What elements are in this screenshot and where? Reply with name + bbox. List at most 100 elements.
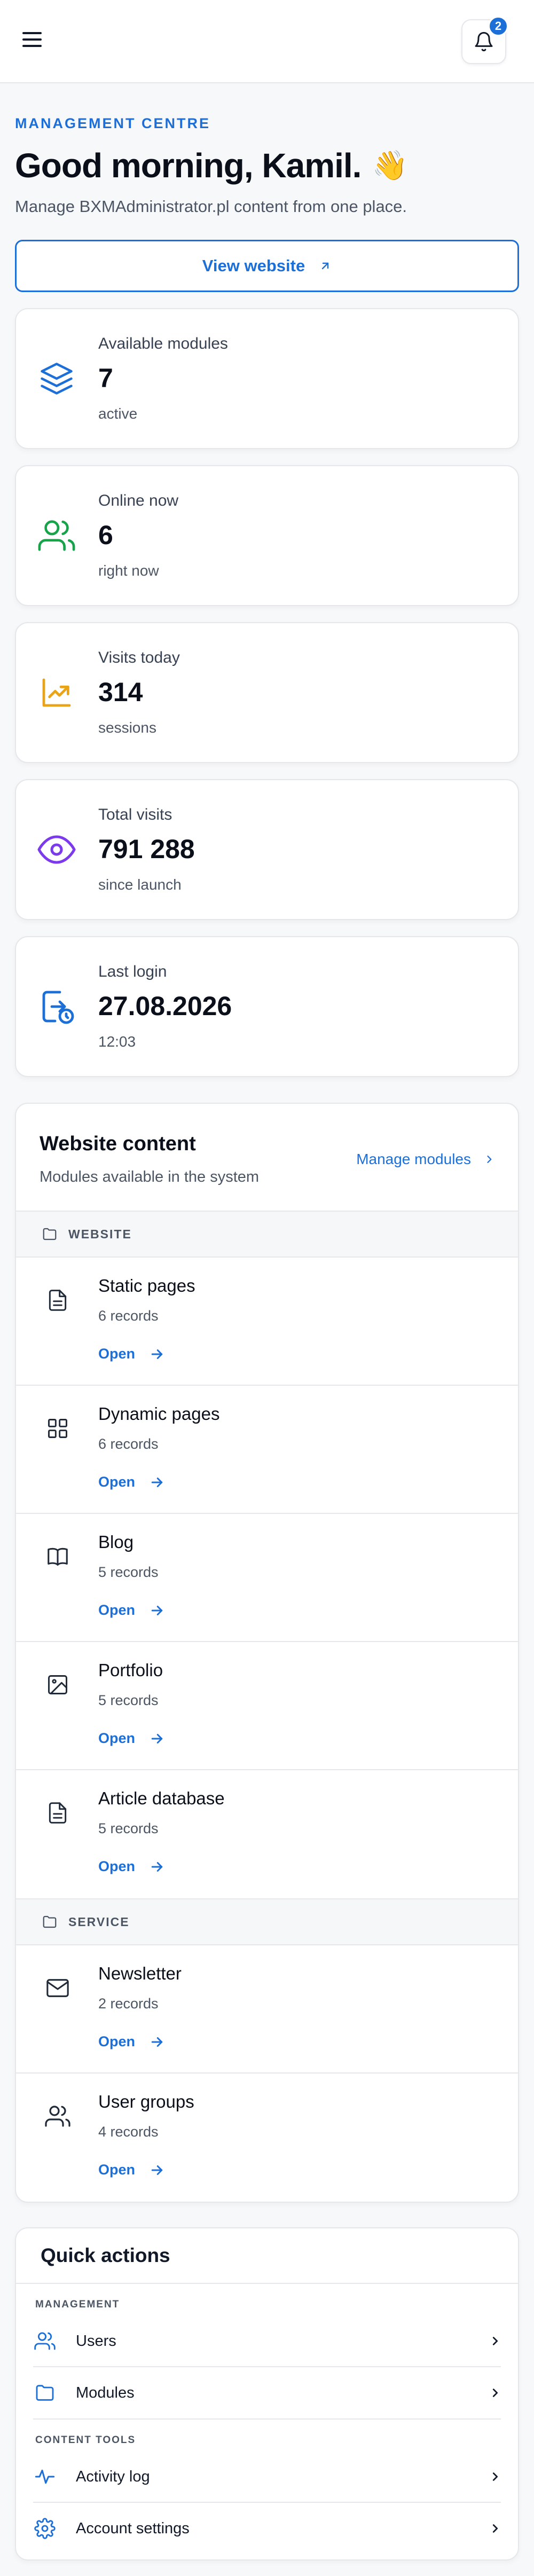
arrow-right-icon	[151, 1862, 163, 1872]
open-button[interactable]: Open	[98, 2033, 182, 2050]
stat-label: Total visits	[98, 806, 172, 823]
folder-icon	[43, 1915, 57, 1928]
qa-label: Account settings	[76, 2519, 190, 2537]
open-button[interactable]: Open	[98, 1474, 219, 1490]
folder-icon	[43, 1228, 57, 1240]
stat-label: Available modules	[98, 335, 228, 352]
arrow-right-icon	[151, 1605, 163, 1615]
users-icon	[33, 2329, 57, 2353]
module-count: 6 records	[98, 1436, 159, 1452]
open-button[interactable]: Open	[98, 1346, 195, 1362]
menu-icon[interactable]	[22, 32, 42, 49]
activity-icon	[33, 2465, 57, 2488]
chevron-right-icon	[485, 2522, 501, 2535]
trend-up-icon	[37, 673, 76, 712]
open-button[interactable]: Open	[98, 1602, 165, 1619]
quick-action-activity-log[interactable]: Activity log	[33, 2452, 501, 2503]
stat-value: 7	[98, 363, 113, 393]
chevron-right-icon	[485, 2386, 501, 2400]
open-label: Open	[98, 2162, 136, 2178]
open-label: Open	[98, 1858, 136, 1874]
folder-icon	[33, 2381, 57, 2405]
quick-actions-title: Quick actions	[16, 2228, 518, 2284]
users-icon	[44, 2102, 72, 2130]
page-subtitle: Manage BXMAdministrator.pl content from …	[15, 197, 407, 216]
mail-icon	[44, 1974, 72, 2002]
module-item-blog: Blog 5 records Open	[16, 1514, 518, 1642]
stat-card-last-login: Last login 27.08.2026 12:03	[15, 936, 519, 1077]
layers-icon	[37, 359, 76, 398]
stat-label: Visits today	[98, 649, 180, 666]
book-icon	[44, 1543, 72, 1570]
module-name: Article database	[98, 1788, 225, 1808]
open-label: Open	[98, 1730, 136, 1746]
stat-card-visits-today: Visits today 314 sessions	[15, 622, 519, 763]
view-website-button[interactable]: View website	[15, 240, 519, 292]
qa-label: Modules	[76, 2384, 135, 2401]
arrow-right-icon	[151, 2037, 163, 2047]
module-name: Dynamic pages	[98, 1404, 220, 1424]
bell-icon	[475, 32, 493, 52]
stat-value: 791 288	[98, 834, 195, 864]
wave-emoji: 👋	[372, 149, 407, 182]
chevron-right-icon	[485, 2470, 501, 2484]
module-item-newsletter: Newsletter 2 records Open	[16, 1945, 518, 2074]
module-item-user-groups: User groups 4 records Open	[16, 2074, 518, 2202]
grid-icon	[44, 1415, 72, 1442]
external-link-icon	[322, 262, 329, 270]
stat-card-modules: Available modules 7 active	[15, 308, 519, 449]
module-item-static-pages: Static pages 6 records Open	[16, 1258, 518, 1386]
open-button[interactable]: Open	[98, 1730, 165, 1747]
manage-modules-label: Manage modules	[356, 1151, 471, 1167]
stat-value: 27.08.2026	[98, 991, 232, 1021]
arrow-right-icon	[151, 2165, 163, 2175]
stat-value: 314	[98, 677, 143, 707]
image-icon	[44, 1671, 72, 1699]
manage-modules-link[interactable]: Manage modules	[356, 1151, 494, 1168]
stat-sub: since launch	[98, 876, 182, 893]
module-name: Static pages	[98, 1276, 195, 1295]
stat-label: Last login	[98, 963, 167, 980]
quick-action-users[interactable]: Users	[33, 2316, 501, 2367]
top-bar: 2	[0, 0, 534, 83]
module-name: Newsletter	[98, 1964, 182, 1983]
view-website-label: View website	[202, 256, 305, 275]
module-count: 2 records	[98, 1996, 159, 2012]
section-header-website: WEBSITE	[16, 1211, 518, 1258]
open-button[interactable]: Open	[98, 2162, 194, 2178]
open-label: Open	[98, 1346, 136, 1362]
module-count: 6 records	[98, 1308, 159, 1324]
quick-action-modules[interactable]: Modules	[33, 2367, 501, 2418]
page-eyebrow: MANAGEMENT CENTRE	[15, 115, 210, 131]
module-count: 5 records	[98, 1820, 159, 1836]
chevron-right-icon	[487, 1156, 492, 1163]
arrow-right-icon	[151, 1477, 163, 1487]
section-header-service: SERVICE	[16, 1898, 518, 1945]
panel-subtitle: Modules available in the system	[40, 1168, 260, 1185]
chevron-right-icon	[485, 2334, 501, 2348]
section-label: WEBSITE	[68, 1227, 132, 1241]
quick-action-account-settings[interactable]: Account settings	[33, 2503, 501, 2554]
login-clock-icon	[37, 987, 76, 1026]
eye-icon	[37, 830, 76, 869]
section-label: SERVICE	[68, 1914, 130, 1929]
notifications-button[interactable]: 2	[461, 16, 508, 64]
stat-sub: 12:03	[98, 1033, 136, 1050]
module-count: 5 records	[98, 1564, 159, 1580]
stat-card-online: Online now 6 right now	[15, 465, 519, 606]
module-item-dynamic-pages: Dynamic pages 6 records Open	[16, 1386, 518, 1514]
module-name: Portfolio	[98, 1660, 163, 1680]
gear-icon	[33, 2517, 57, 2540]
stat-card-total-visits: Total visits 791 288 since launch	[15, 779, 519, 920]
stat-value: 6	[98, 520, 113, 550]
open-label: Open	[98, 1474, 136, 1490]
qa-group-label: MANAGEMENT	[35, 2299, 120, 2310]
open-button[interactable]: Open	[98, 1858, 225, 1875]
qa-group-label: CONTENT TOOLS	[35, 2434, 136, 2446]
main-content: MANAGEMENT CENTRE Good morning, Kamil. 👋…	[0, 115, 534, 2561]
module-item-article-database: Article database 5 records Open	[16, 1770, 518, 1898]
qa-label: Activity log	[76, 2468, 150, 2485]
module-count: 4 records	[98, 2124, 159, 2140]
open-label: Open	[98, 2033, 136, 2049]
open-label: Open	[98, 1602, 136, 1618]
